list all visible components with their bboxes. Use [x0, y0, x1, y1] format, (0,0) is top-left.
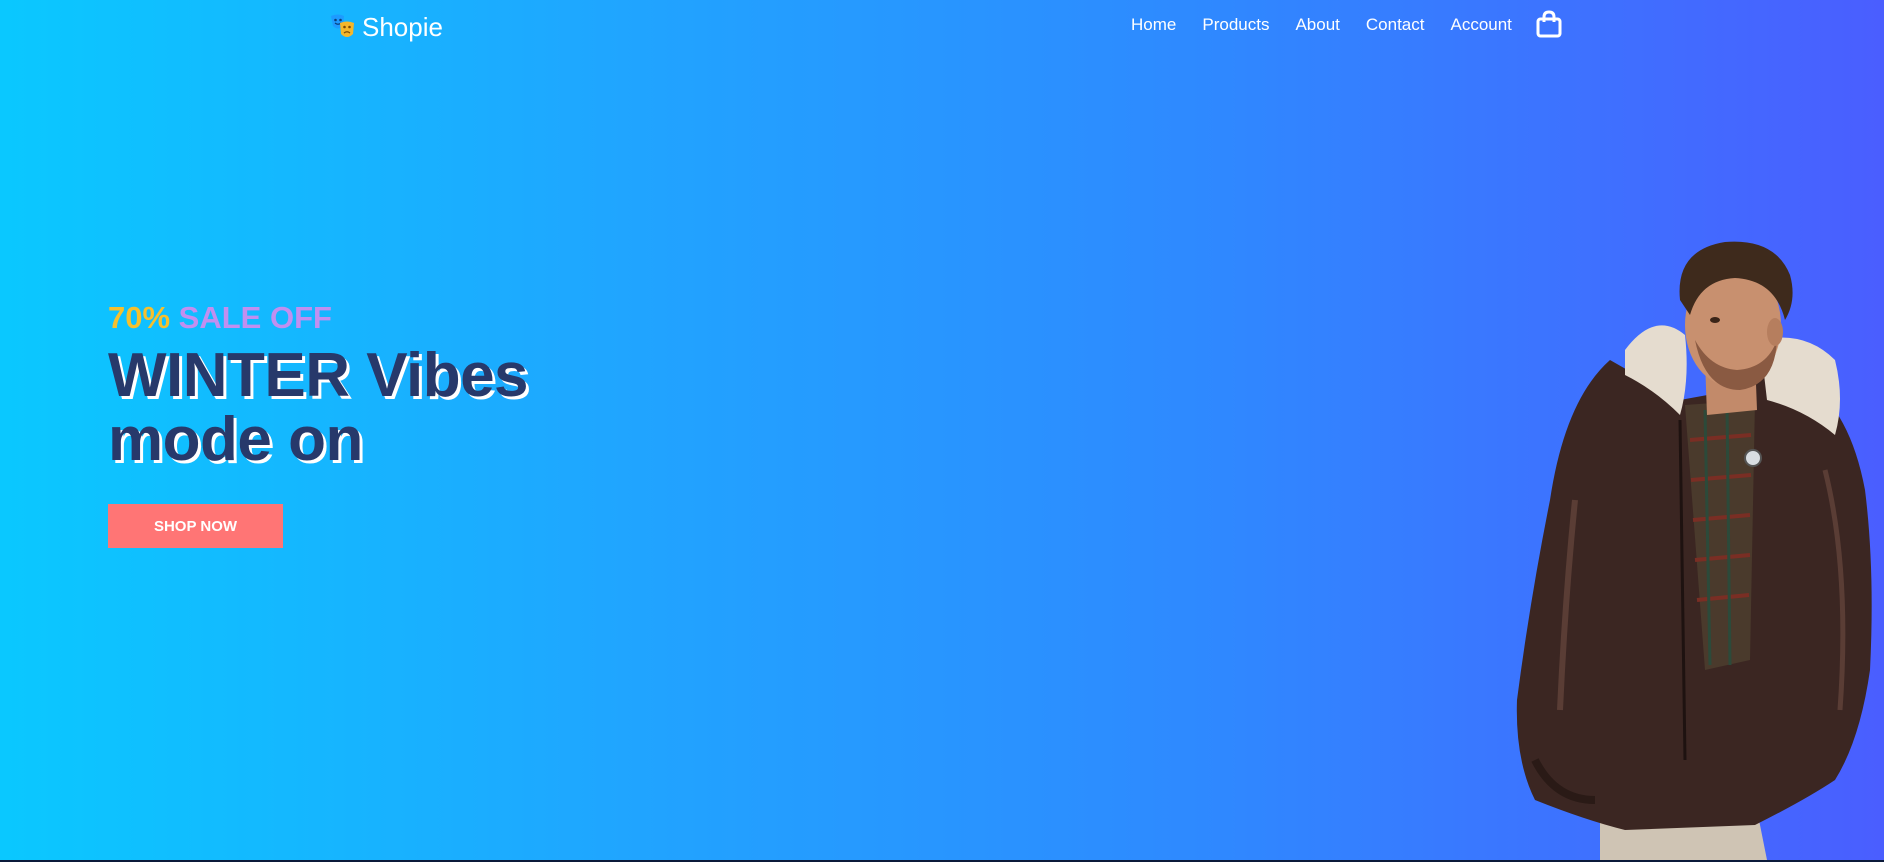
model-image — [1516, 241, 1872, 860]
headline-line-2: mode on — [108, 405, 363, 474]
hero-headline: WINTER Vibes mode on — [108, 341, 529, 474]
masks-icon — [331, 14, 354, 37]
brand-logo[interactable]: Shopie — [328, 12, 443, 42]
nav-item-home[interactable]: Home — [1131, 14, 1176, 36]
promo-tagline: 70% SALE OFF — [108, 300, 332, 336]
shop-now-button[interactable]: SHOP NOW — [108, 504, 283, 548]
promo-text: SALE OFF — [178, 300, 332, 335]
main-nav: Home Products About Contact Account — [1131, 14, 1538, 36]
brand-name: Shopie — [362, 12, 443, 42]
nav-item-products[interactable]: Products — [1202, 14, 1269, 36]
nav-item-contact[interactable]: Contact — [1366, 14, 1425, 36]
headline-line-1: WINTER Vibes — [108, 341, 529, 410]
shopping-bag-icon[interactable] — [1536, 10, 1562, 38]
nav-item-about[interactable]: About — [1295, 14, 1339, 36]
nav-item-account[interactable]: Account — [1450, 14, 1511, 36]
hero-section: Shopie Home Products About Contact Accou… — [0, 0, 1884, 860]
promo-percent: 70% — [108, 300, 171, 335]
